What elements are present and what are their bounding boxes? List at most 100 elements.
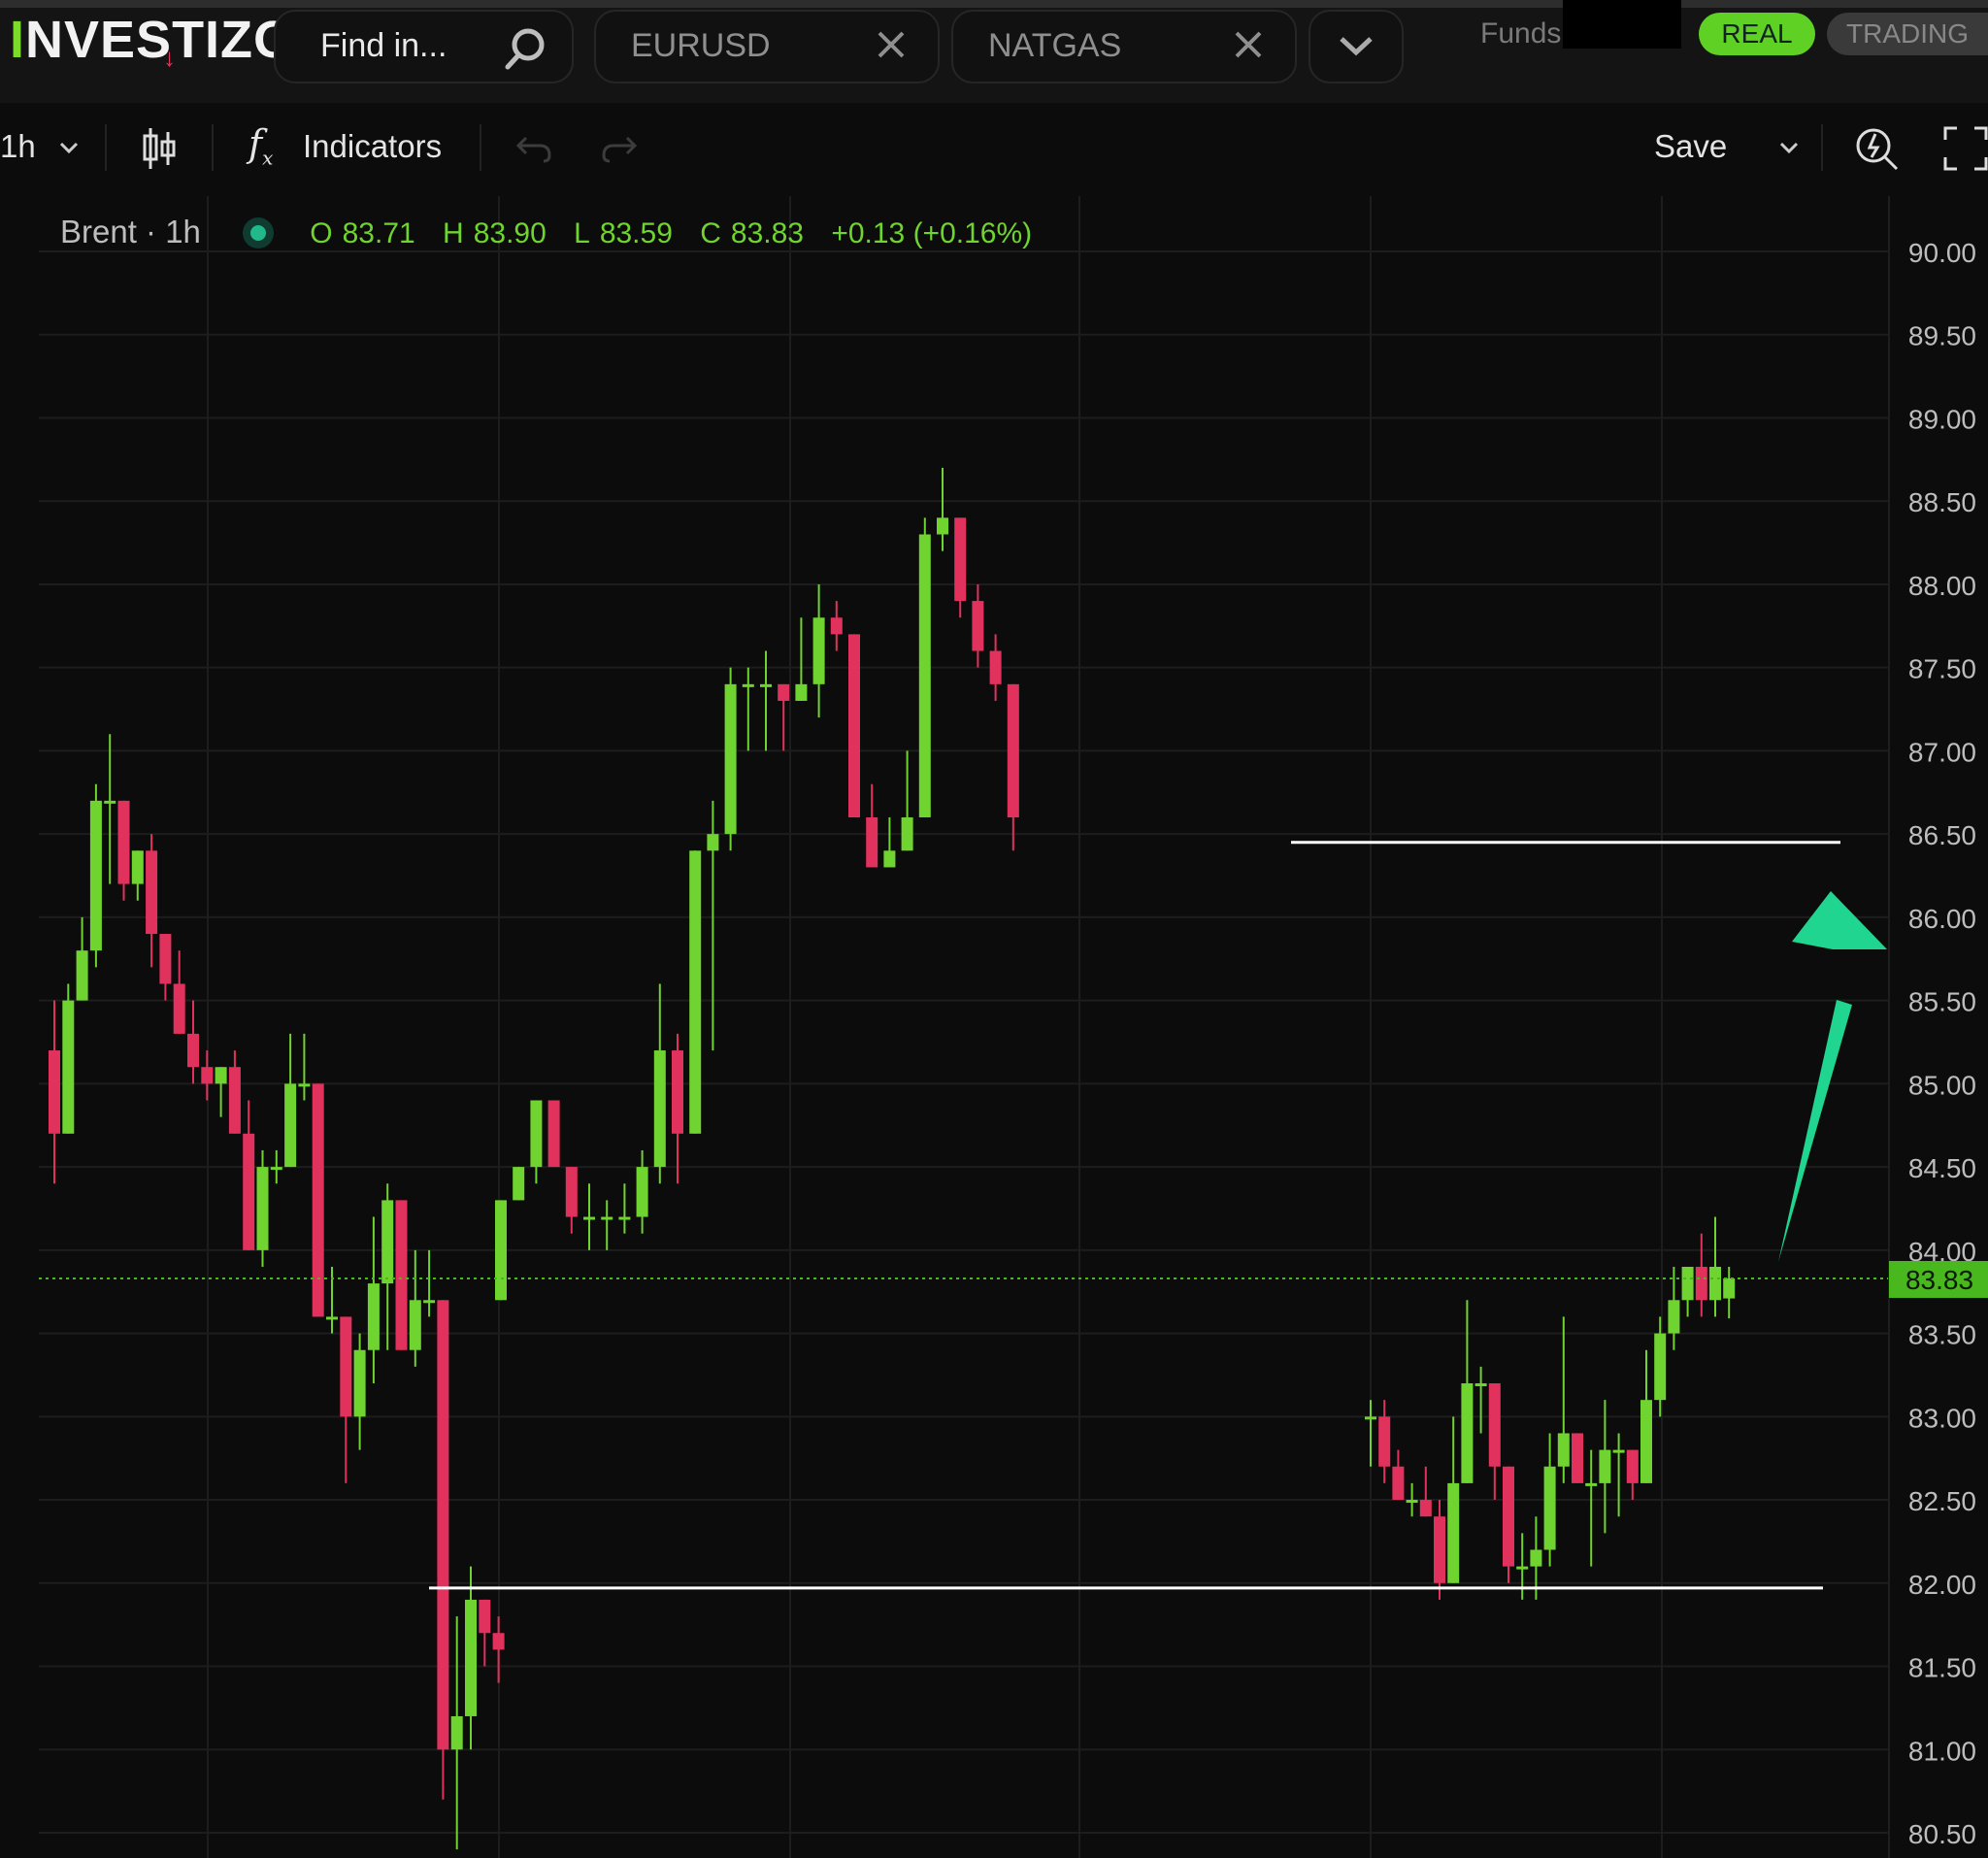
search-box[interactable]: Find in... xyxy=(274,10,574,83)
candle-body xyxy=(1557,1433,1570,1467)
candle-body xyxy=(146,850,158,935)
legend-open-label: O xyxy=(310,217,333,249)
price-tick-label: 82.50 xyxy=(1908,1486,1976,1516)
price-tick-label: 81.50 xyxy=(1908,1653,1976,1683)
candle-body xyxy=(689,850,702,1134)
candle-body xyxy=(1695,1266,1707,1301)
funds-value-redacted xyxy=(1563,0,1681,49)
toolbar-divider xyxy=(212,124,214,171)
candlestick-type-icon[interactable] xyxy=(140,126,179,171)
candle-body xyxy=(1378,1416,1391,1467)
price-tick-label: 89.50 xyxy=(1908,321,1976,351)
toolbar-divider xyxy=(105,124,107,171)
chevron-down-icon xyxy=(1340,37,1373,56)
candle-body xyxy=(760,683,772,687)
interval-selector[interactable]: 1h xyxy=(0,128,36,165)
price-tick-label: 80.50 xyxy=(1908,1819,1976,1849)
function-icon[interactable]: fx xyxy=(248,122,273,170)
candle-body xyxy=(601,1216,613,1220)
candle-body xyxy=(778,683,790,701)
tab-eurusd[interactable]: EURUSD xyxy=(594,10,940,83)
candle-body xyxy=(312,1083,324,1317)
candle-body xyxy=(653,1050,666,1168)
price-tick-label: 90.00 xyxy=(1908,238,1976,268)
legend-high-label: H xyxy=(443,217,464,249)
candle-body xyxy=(1723,1277,1736,1299)
price-tick-label: 87.50 xyxy=(1908,654,1976,684)
price-tick-label: 86.00 xyxy=(1908,904,1976,934)
trading-mode-toggle[interactable]: TRADING xyxy=(1827,13,1988,55)
close-icon[interactable] xyxy=(874,27,909,62)
candle-body xyxy=(298,1083,311,1087)
candle-body xyxy=(513,1167,525,1201)
candle-body xyxy=(812,617,825,684)
toolbar-divider xyxy=(480,124,481,171)
candle-body xyxy=(1572,1433,1583,1483)
candle-body xyxy=(901,817,913,851)
candle-body xyxy=(270,1167,282,1171)
candle-body xyxy=(618,1216,631,1220)
legend-symbol: Brent · 1h xyxy=(60,214,201,249)
save-button[interactable]: Save xyxy=(1654,128,1727,165)
legend-open: 83.71 xyxy=(342,217,415,249)
tabs-dropdown[interactable] xyxy=(1309,10,1404,83)
top-bar: INVESTIZO ↓ Find in... EURUSD NATGAS Fun… xyxy=(0,0,1988,103)
candle-body xyxy=(565,1167,578,1217)
candle-body xyxy=(1530,1549,1542,1567)
candle-body xyxy=(1419,1500,1432,1517)
price-tick-label: 89.00 xyxy=(1908,404,1976,434)
legend-low: 83.59 xyxy=(599,217,673,249)
candle-body xyxy=(1516,1566,1529,1570)
candle-body xyxy=(1434,1516,1445,1583)
candle-body xyxy=(1709,1266,1721,1301)
chevron-down-icon[interactable] xyxy=(1778,140,1800,155)
candle-body xyxy=(1543,1466,1556,1550)
candle-body xyxy=(583,1216,595,1220)
candle-body xyxy=(1681,1266,1694,1301)
logo-accent-letter: I xyxy=(10,11,26,69)
candle-body xyxy=(954,517,967,602)
candle-body xyxy=(159,934,172,984)
candle-body xyxy=(256,1167,269,1250)
candle-body xyxy=(795,683,808,701)
candle xyxy=(689,850,702,1134)
candle-body xyxy=(918,534,931,818)
toolbar-divider xyxy=(1821,124,1823,171)
price-chart[interactable]: 90.00 89.50 89.00 88.50 88.00 87.50 87.00 86.50… xyxy=(0,196,1988,1858)
redo-icon[interactable] xyxy=(600,132,639,165)
fullscreen-icon[interactable] xyxy=(1943,126,1988,171)
close-icon[interactable] xyxy=(1231,27,1266,62)
candle-body xyxy=(1365,1416,1376,1420)
candle-body xyxy=(1599,1449,1611,1483)
price-tick-label: 83.00 xyxy=(1908,1403,1976,1433)
candle-body xyxy=(972,601,984,651)
candle xyxy=(312,1083,324,1317)
indicators-button[interactable]: Indicators xyxy=(303,128,442,165)
brand-logo[interactable]: INVESTIZO xyxy=(10,10,295,70)
price-tick-label: 84.50 xyxy=(1908,1153,1976,1183)
candle-body xyxy=(284,1083,297,1168)
candle-body xyxy=(450,1715,463,1750)
chart-grid xyxy=(0,196,1988,1858)
candle-body xyxy=(492,1633,505,1650)
logo-text: NVESTIZO xyxy=(25,11,296,69)
candle xyxy=(848,634,860,818)
undo-icon[interactable] xyxy=(514,132,553,165)
price-tick-label: 88.50 xyxy=(1908,487,1976,517)
tab-natgas[interactable]: NATGAS xyxy=(951,10,1297,83)
candle-body xyxy=(1640,1400,1652,1483)
candle-body xyxy=(1461,1383,1474,1483)
chevron-down-icon[interactable] xyxy=(58,140,80,155)
candle-body xyxy=(117,800,130,884)
search-icon[interactable] xyxy=(501,23,551,74)
candle-body xyxy=(76,950,88,1001)
price-tick-label: 88.00 xyxy=(1908,571,1976,601)
candle-body xyxy=(1406,1500,1418,1504)
price-tick-label: 85.50 xyxy=(1908,987,1976,1017)
candle-body xyxy=(465,1599,477,1716)
real-mode-toggle[interactable]: REAL xyxy=(1699,13,1815,55)
legend-close-label: C xyxy=(700,217,721,249)
tab-label: NATGAS xyxy=(988,27,1122,64)
quick-search-icon[interactable] xyxy=(1852,124,1901,173)
candle-body xyxy=(636,1167,648,1217)
